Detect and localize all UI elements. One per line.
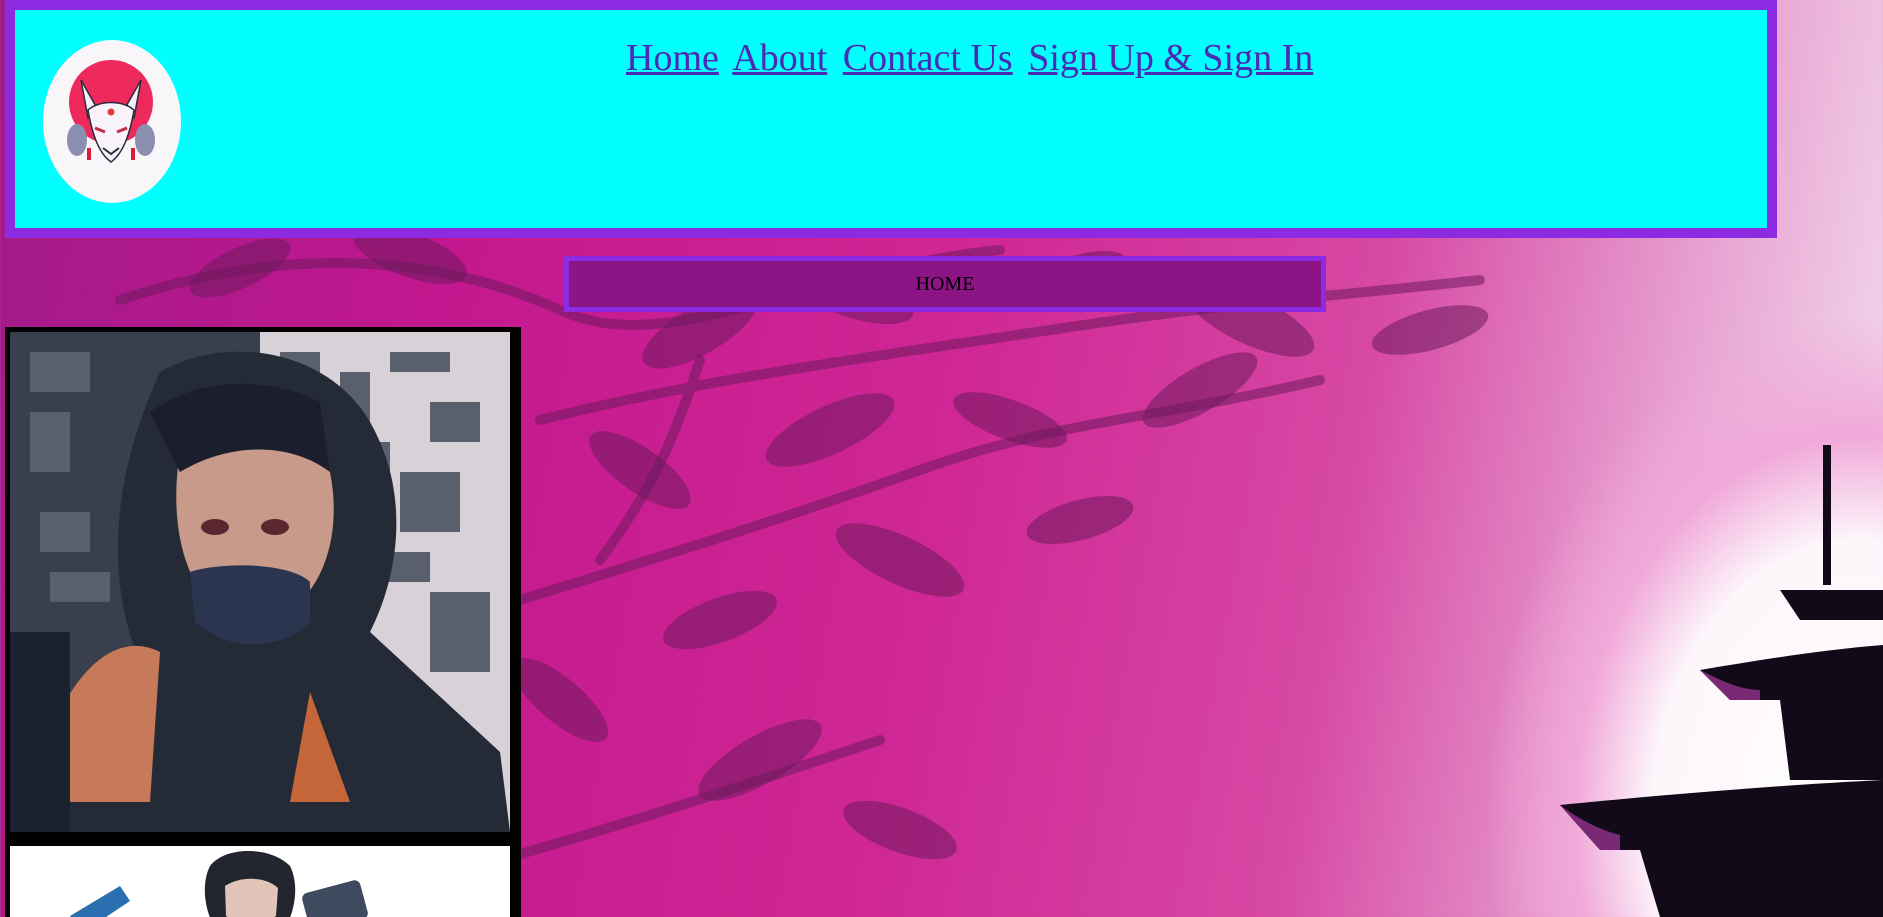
home-bar-label: HOME: [915, 273, 975, 295]
nav-link-about[interactable]: About: [732, 37, 827, 79]
site-header: Home About Contact Us Sign Up & Sign In: [5, 0, 1777, 238]
kitsune-mask-logo-icon[interactable]: [43, 40, 181, 203]
hooded-anime-character-image: [10, 332, 510, 832]
home-section-bar: HOME: [564, 256, 1326, 312]
anime-character-figure-image: [10, 846, 510, 917]
nav-link-contact-us[interactable]: Contact Us: [843, 37, 1013, 79]
image-gallery: [5, 327, 521, 917]
nav-link-home[interactable]: Home: [626, 37, 719, 79]
main-nav: Home About Contact Us Sign Up & Sign In: [626, 36, 1319, 80]
nav-link-sign-up-sign-in[interactable]: Sign Up & Sign In: [1028, 37, 1313, 79]
